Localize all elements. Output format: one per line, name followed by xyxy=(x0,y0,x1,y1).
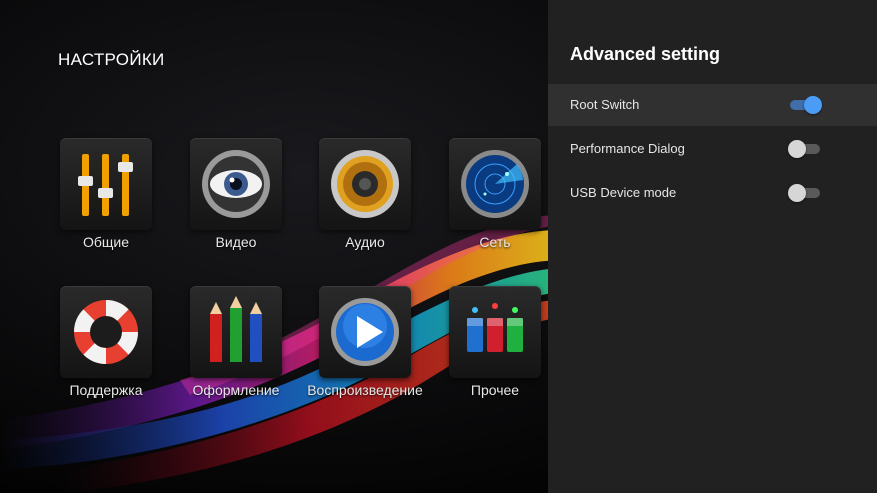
tile-audio[interactable]: Аудио xyxy=(300,138,430,268)
panel-title: Advanced setting xyxy=(570,44,721,64)
advanced-settings-panel: Advanced setting Root Switch Performance… xyxy=(548,0,877,493)
setting-usb-device-mode[interactable]: USB Device mode xyxy=(548,172,877,214)
page-title: НАСТРОЙКИ xyxy=(58,50,165,69)
eye-lens-icon xyxy=(202,150,270,218)
tile-general[interactable]: Общие xyxy=(41,138,171,268)
setting-performance-dialog[interactable]: Performance Dialog xyxy=(548,128,877,170)
tile-label: Аудио xyxy=(345,234,385,250)
lifebuoy-icon xyxy=(74,300,138,364)
tile-playback[interactable]: Воспроизведение xyxy=(300,286,430,416)
tile-label: Прочее xyxy=(470,382,520,398)
tile-support[interactable]: Поддержка xyxy=(41,286,171,416)
root-switch-toggle[interactable] xyxy=(788,96,824,114)
tile-label: Сеть xyxy=(479,234,511,250)
tile-label: Видео xyxy=(215,234,257,250)
speaker-icon xyxy=(331,150,399,218)
equalizer-sliders-icon xyxy=(78,154,133,216)
radar-icon xyxy=(461,150,529,218)
tile-appearance[interactable]: Оформление xyxy=(171,286,301,416)
tile-label: Поддержка xyxy=(69,382,143,398)
tile-label: Общие xyxy=(82,234,130,250)
setting-root-switch[interactable]: Root Switch xyxy=(548,84,877,126)
tile-network[interactable]: Сеть xyxy=(430,138,560,268)
setting-label: USB Device mode xyxy=(570,185,677,200)
performance-dialog-toggle[interactable] xyxy=(788,140,824,158)
setting-label: Root Switch xyxy=(570,97,640,112)
tile-video[interactable]: Видео xyxy=(171,138,301,268)
tile-label: Воспроизведение xyxy=(307,382,423,398)
tile-other[interactable]: Прочее xyxy=(430,286,560,416)
setting-label: Performance Dialog xyxy=(570,141,685,156)
indicator-lights-icon xyxy=(467,303,523,352)
pencils-icon xyxy=(210,296,262,362)
usb-device-mode-toggle[interactable] xyxy=(788,184,824,202)
tile-label: Оформление xyxy=(192,382,280,398)
play-button-icon xyxy=(331,298,399,366)
